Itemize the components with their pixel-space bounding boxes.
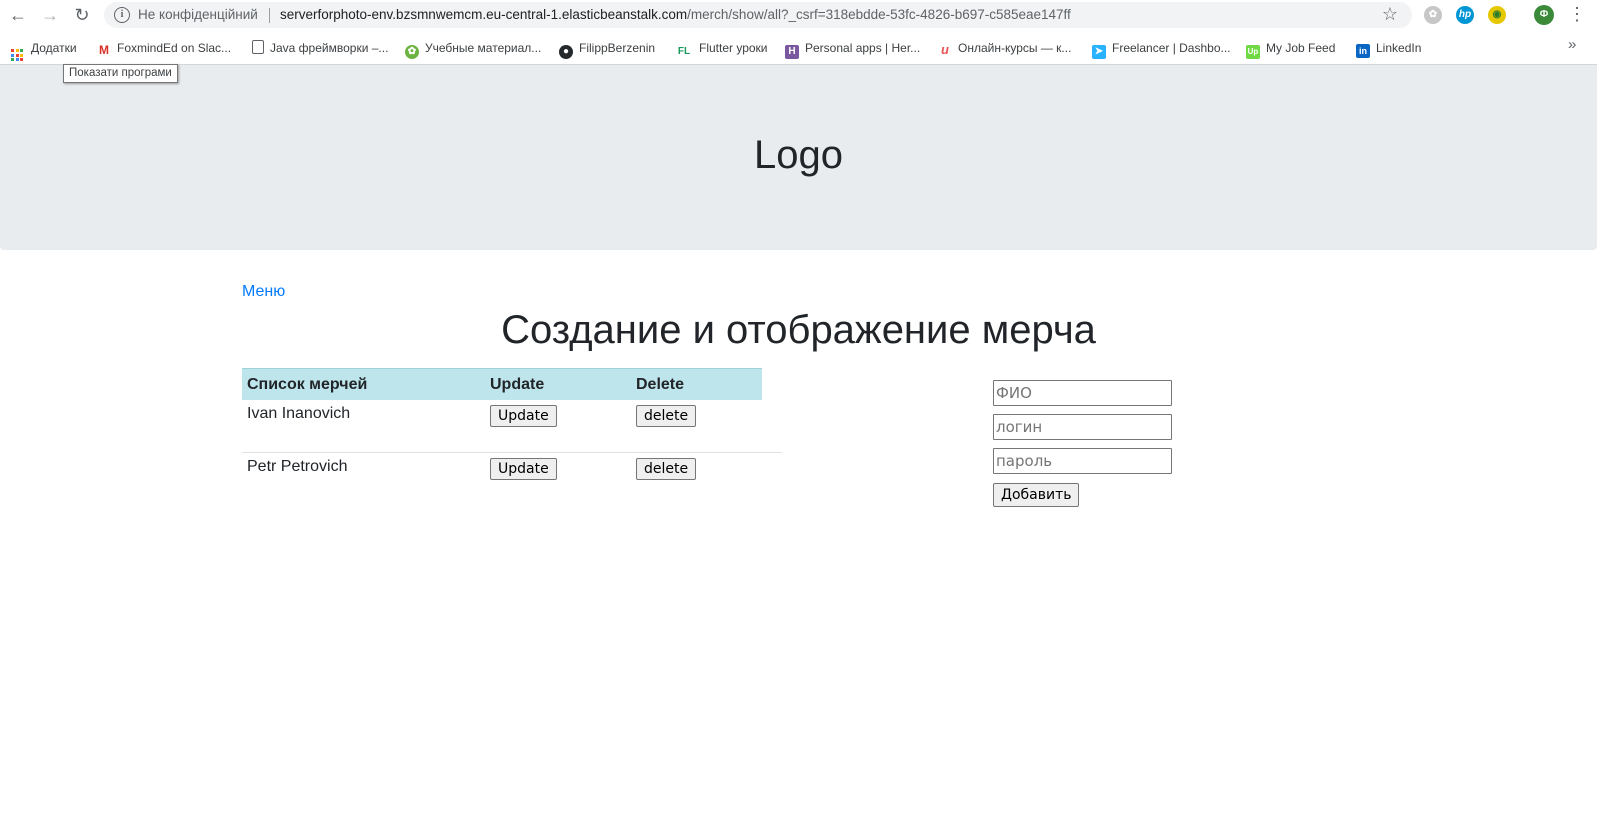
browser-toolbar: ← → ↻ i Не конфіденційний serverforphoto… bbox=[0, 0, 1597, 30]
hp-extension-icon[interactable]: hp bbox=[1456, 6, 1474, 24]
bookmark-star-icon[interactable]: ☆ bbox=[1382, 4, 1398, 25]
bookmark-label: Flutter уроки bbox=[699, 41, 768, 55]
extension-paw-icon[interactable]: ✿ bbox=[1424, 6, 1442, 24]
login-input[interactable] bbox=[993, 414, 1172, 440]
merch-name: Petr Petrovich bbox=[242, 452, 485, 505]
back-arrow-icon[interactable]: ← bbox=[7, 4, 29, 26]
fio-input[interactable] bbox=[993, 380, 1172, 406]
bookmark-label: Freelancer | Dashbo... bbox=[1112, 41, 1231, 55]
delete-cell: delete bbox=[631, 400, 762, 453]
extension-icon[interactable]: ◉ bbox=[1488, 6, 1506, 24]
github-icon: ● bbox=[559, 45, 573, 59]
bookmark-apps[interactable]: Додатки bbox=[11, 39, 77, 61]
bookmarks-bar: Додатки M FoxmindEd on Slac... Java фрейм… bbox=[0, 30, 1597, 65]
omnibox-divider bbox=[269, 8, 270, 23]
empty-cell bbox=[762, 400, 782, 453]
browser-menu-icon[interactable]: ⋮ bbox=[1568, 3, 1586, 25]
logo: Logo bbox=[754, 133, 843, 177]
column-header-merch-list: Список мерчей bbox=[242, 368, 485, 400]
udemy-icon: u bbox=[938, 43, 952, 57]
info-icon[interactable]: i bbox=[114, 7, 130, 23]
heroku-icon: H bbox=[785, 45, 799, 59]
add-merch-form: Добавить bbox=[993, 380, 1172, 507]
bookmark-freelancer[interactable]: ➤ Freelancer | Dashbo... bbox=[1092, 39, 1231, 59]
bookmark-label: Учебные материал... bbox=[425, 41, 542, 55]
header-banner: Logo bbox=[0, 65, 1597, 250]
update-cell: Update bbox=[485, 400, 631, 453]
bookmark-label: Java фреймворки –... bbox=[270, 41, 389, 55]
bookmark-flutter[interactable]: FL Flutter уроки bbox=[675, 39, 768, 59]
delete-button[interactable]: delete bbox=[636, 458, 697, 480]
table-row: Ivan Inanovich Update delete bbox=[242, 400, 782, 453]
bookmark-learning-materials[interactable]: ✿ Учебные материал... bbox=[405, 39, 542, 59]
empty-cell bbox=[762, 452, 782, 505]
gmail-icon: M bbox=[97, 43, 111, 57]
column-header-update: Update bbox=[485, 368, 631, 400]
spring-icon: ✿ bbox=[405, 45, 419, 59]
update-cell: Update bbox=[485, 452, 631, 505]
bookmark-github[interactable]: ● FilippBerzenin bbox=[559, 39, 656, 59]
update-button[interactable]: Update bbox=[490, 458, 557, 480]
fl-icon: FL bbox=[675, 45, 693, 59]
bookmark-udemy[interactable]: u Онлайн-курсы — к... bbox=[938, 39, 1071, 57]
chevron-double-right-icon[interactable]: » bbox=[1568, 36, 1576, 53]
merch-table: Список мерчей Update Delete Ivan Inanovi… bbox=[242, 368, 782, 505]
url-domain: serverforphoto-env.bzsmnwemcm.eu-central… bbox=[280, 7, 688, 22]
table-row: Petr Petrovich Update delete bbox=[242, 452, 782, 505]
apps-tooltip: Показати програми bbox=[63, 64, 178, 83]
add-button[interactable]: Добавить bbox=[993, 483, 1080, 507]
bookmark-label: FilippBerzenin bbox=[579, 41, 656, 55]
delete-cell: delete bbox=[631, 452, 762, 505]
linkedin-icon: in bbox=[1356, 44, 1370, 58]
freelancer-icon: ➤ bbox=[1092, 45, 1106, 59]
column-header-blank bbox=[762, 368, 782, 400]
url-path: /merch/show/all?_csrf=318ebdde-53fc-4826… bbox=[687, 7, 1071, 22]
delete-button[interactable]: delete bbox=[636, 405, 697, 427]
password-input[interactable] bbox=[993, 448, 1172, 474]
bookmark-label: FoxmindEd on Slac... bbox=[117, 41, 232, 55]
address-bar[interactable]: i Не конфіденційний serverforphoto-env.b… bbox=[104, 2, 1412, 28]
bookmark-label: LinkedIn bbox=[1376, 41, 1422, 55]
bookmark-upwork[interactable]: Up My Job Feed bbox=[1246, 39, 1336, 59]
menu-link[interactable]: Меню bbox=[242, 283, 285, 301]
apps-grid-icon bbox=[11, 49, 23, 61]
reload-icon[interactable]: ↻ bbox=[71, 4, 93, 26]
upwork-icon: Up bbox=[1246, 45, 1260, 59]
bookmark-java-frameworks[interactable]: Java фреймворки –... bbox=[252, 39, 388, 57]
page-icon bbox=[252, 40, 264, 54]
bookmark-label: Онлайн-курсы — к... bbox=[958, 41, 1072, 55]
url-text[interactable]: serverforphoto-env.bzsmnwemcm.eu-central… bbox=[280, 7, 1071, 22]
page-title: Создание и отображение мерча bbox=[501, 308, 1096, 352]
column-header-delete: Delete bbox=[631, 368, 762, 400]
bookmark-linkedin[interactable]: in LinkedIn bbox=[1356, 39, 1422, 58]
bookmark-label: Додатки bbox=[31, 41, 77, 55]
merch-name: Ivan Inanovich bbox=[247, 405, 351, 422]
bookmark-label: Personal apps | Her... bbox=[805, 41, 921, 55]
profile-avatar[interactable]: Ф bbox=[1534, 5, 1554, 25]
bookmark-foxminded[interactable]: M FoxmindEd on Slac... bbox=[97, 39, 231, 57]
security-label[interactable]: Не конфіденційний bbox=[138, 7, 258, 22]
bookmark-heroku[interactable]: H Personal apps | Her... bbox=[785, 39, 921, 59]
forward-arrow-icon[interactable]: → bbox=[39, 4, 61, 26]
bookmark-label: My Job Feed bbox=[1266, 41, 1336, 55]
update-button[interactable]: Update bbox=[490, 405, 557, 427]
